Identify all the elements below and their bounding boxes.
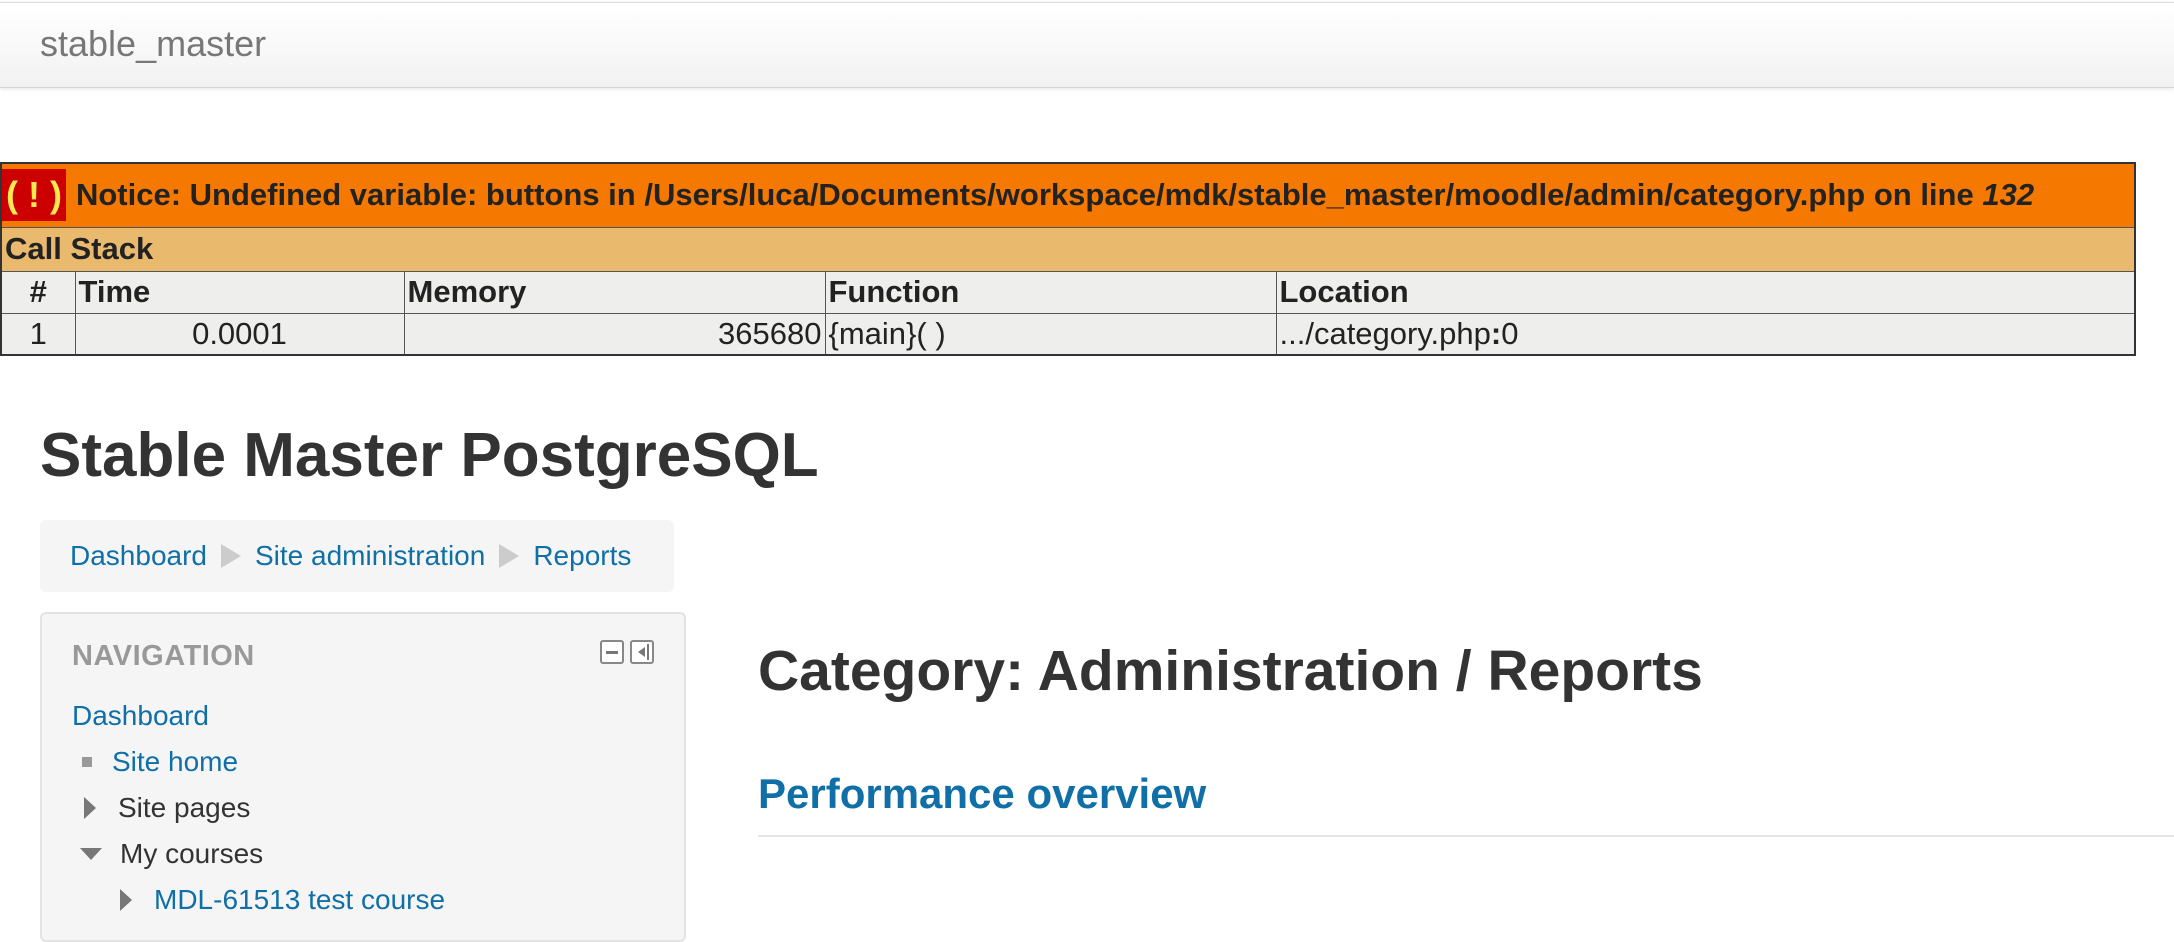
cell-time: 0.0001 xyxy=(74,312,405,356)
navigation-block-title: NAVIGATION xyxy=(72,640,255,672)
minimize-block-icon[interactable] xyxy=(600,640,624,664)
cell-num: 1 xyxy=(0,312,76,356)
notice-row: ( ! ) Notice: Undefined variable: buttons… xyxy=(0,162,2136,228)
collapsed-arrow-icon[interactable] xyxy=(84,797,96,819)
nav-item-site-pages[interactable]: Site pages xyxy=(76,792,250,824)
nav-item-my-courses[interactable]: My courses xyxy=(76,838,263,870)
notice-cell: ( ! ) Notice: Undefined variable: buttons… xyxy=(0,162,2136,228)
location-separator: : xyxy=(1490,315,1502,351)
column-header-function: Function xyxy=(824,270,1277,314)
warning-icon: ( ! ) xyxy=(2,169,66,222)
location-line: 0 xyxy=(1501,315,1519,351)
category-heading: Category: Administration / Reports xyxy=(758,639,1703,703)
nav-item-label[interactable]: My courses xyxy=(120,838,263,870)
site-brand-link[interactable]: stable_master xyxy=(40,23,266,65)
column-header-num: # xyxy=(0,270,76,314)
cell-memory: 365680 xyxy=(403,312,826,356)
page-title: Stable Master PostgreSQL xyxy=(40,421,819,490)
nav-item-site-home[interactable]: Site home xyxy=(76,746,238,778)
call-stack-header-row: Call Stack xyxy=(0,226,2136,272)
column-header-time: Time xyxy=(74,270,405,314)
notice-message: Notice: Undefined variable: buttons in /… xyxy=(75,177,1983,213)
nav-item-label[interactable]: Site home xyxy=(112,746,238,778)
nav-item-course[interactable]: MDL-61513 test course xyxy=(112,884,445,916)
table-row: 1 0.0001 365680 {main}( ) .../category.p… xyxy=(0,312,2136,356)
breadcrumb-separator-icon xyxy=(220,544,241,568)
notice-line-number: 132 xyxy=(1982,177,2035,213)
nav-item-dashboard[interactable]: Dashboard xyxy=(72,700,209,732)
section-divider xyxy=(758,835,2174,837)
nav-item-label[interactable]: MDL-61513 test course xyxy=(154,884,445,916)
nav-item-label[interactable]: Dashboard xyxy=(72,700,209,732)
navigation-block: NAVIGATION Dashboard Site home Site page… xyxy=(40,612,686,942)
expanded-arrow-icon[interactable] xyxy=(80,848,102,860)
breadcrumb-site-administration[interactable]: Site administration xyxy=(255,540,485,572)
column-header-location: Location xyxy=(1275,270,2136,314)
nav-item-label[interactable]: Site pages xyxy=(118,792,250,824)
breadcrumb-dashboard[interactable]: Dashboard xyxy=(70,540,207,572)
call-stack-label: Call Stack xyxy=(0,226,2136,272)
breadcrumb-separator-icon xyxy=(499,544,520,568)
cell-location: .../category.php:0 xyxy=(1275,312,2136,356)
bullet-icon xyxy=(82,757,92,767)
collapsed-arrow-icon[interactable] xyxy=(120,889,132,911)
dock-block-icon[interactable] xyxy=(630,640,654,664)
breadcrumb: Dashboard Site administration Reports xyxy=(40,520,674,592)
performance-overview-link[interactable]: Performance overview xyxy=(758,770,1206,818)
cell-function: {main}( ) xyxy=(824,312,1277,356)
breadcrumb-reports[interactable]: Reports xyxy=(533,540,631,572)
column-header-memory: Memory xyxy=(403,270,826,314)
xdebug-error-table: ( ! ) Notice: Undefined variable: buttons… xyxy=(0,162,2136,356)
column-header-row: # Time Memory Function Location xyxy=(0,270,2136,314)
top-navbar: stable_master xyxy=(0,2,2174,88)
location-path: .../category.php xyxy=(1279,315,1491,351)
